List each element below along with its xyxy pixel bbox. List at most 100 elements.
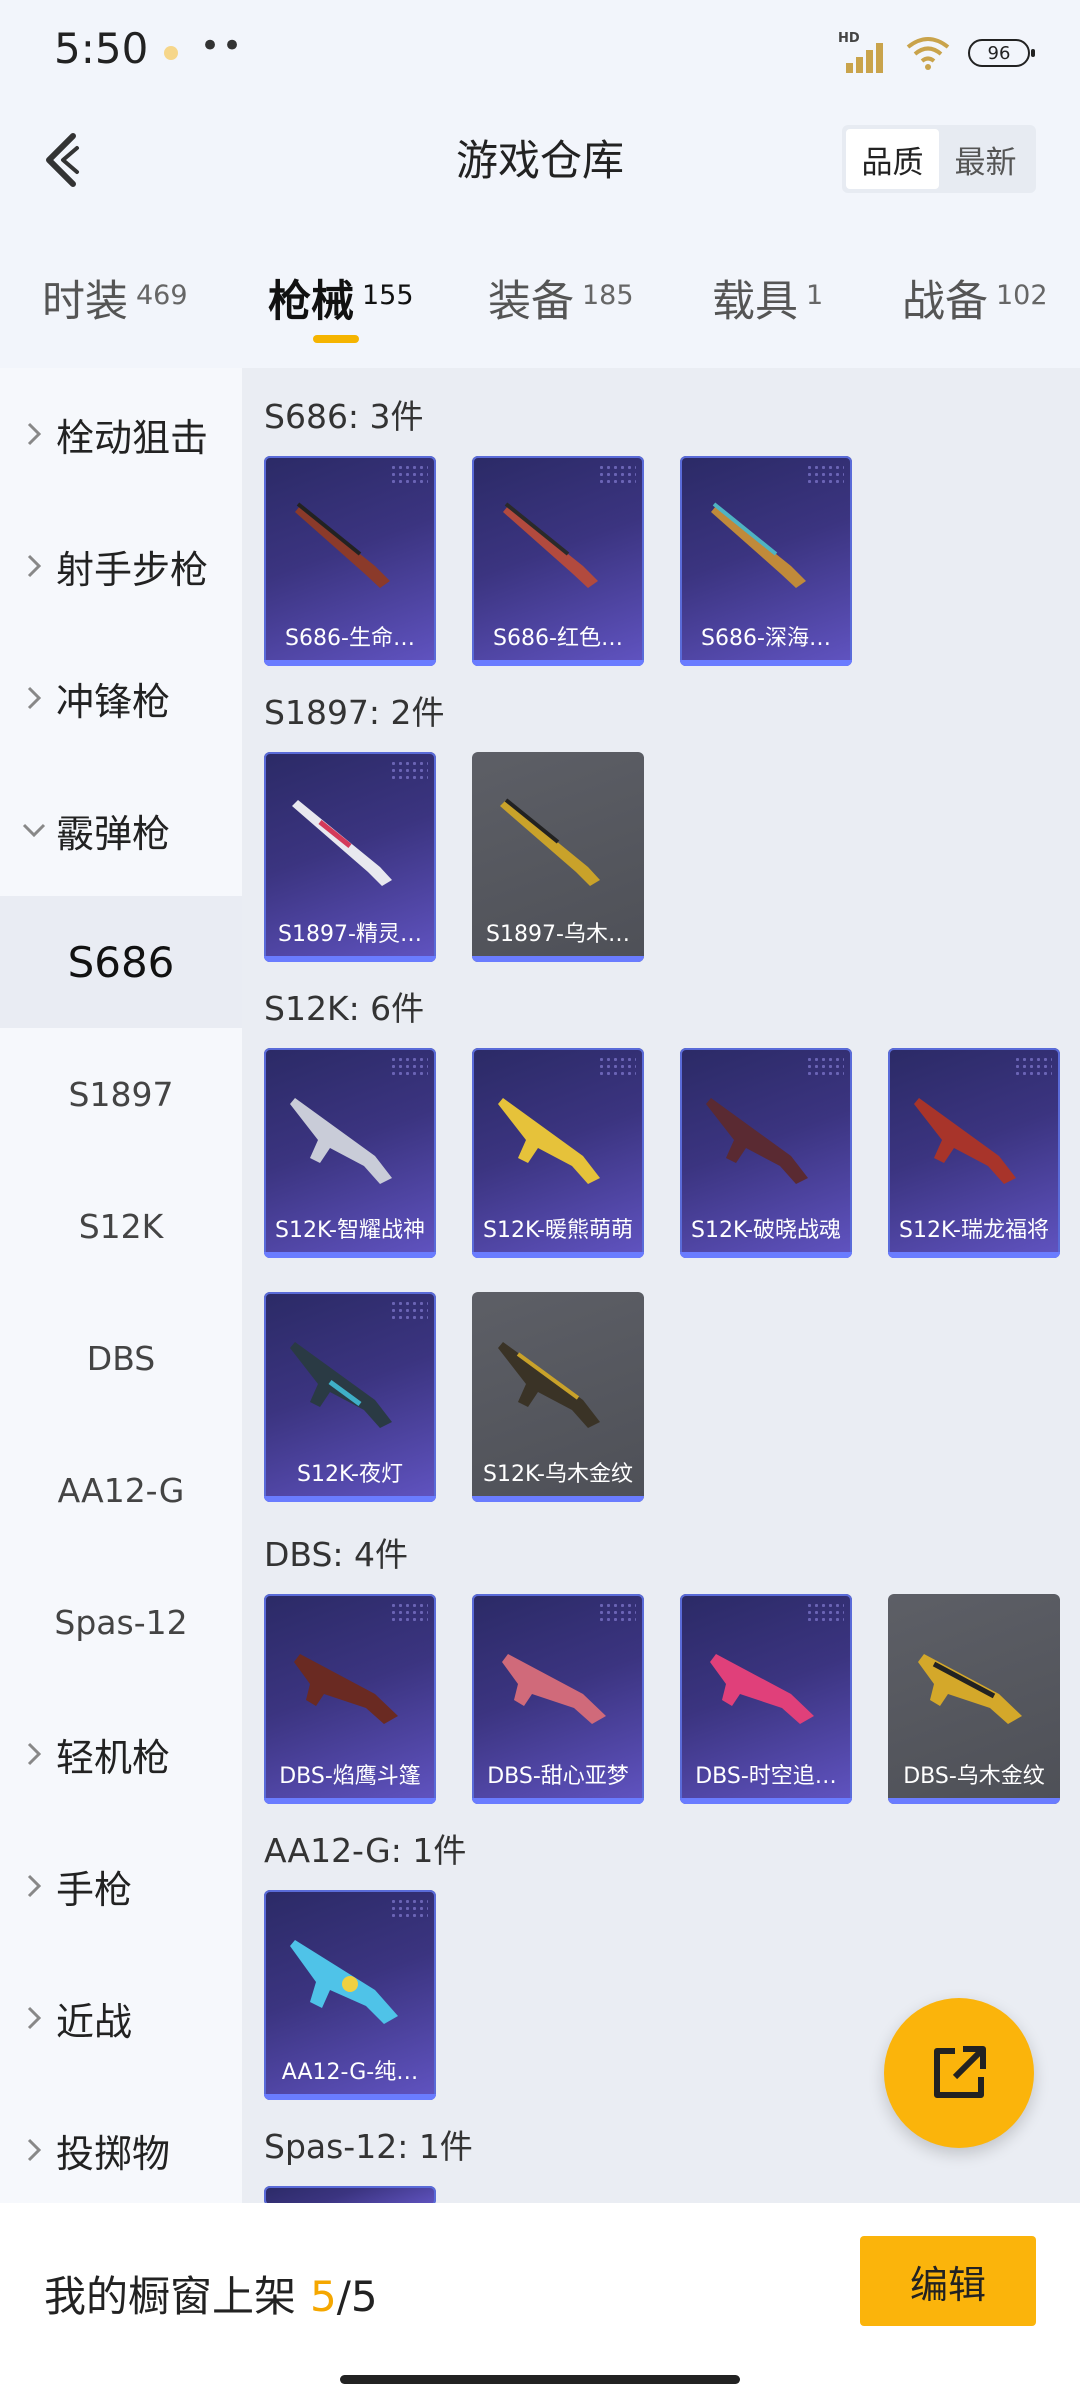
skin-card[interactable]: DBS-焰鹰斗篷 [264, 1594, 436, 1804]
tab-firearms[interactable]: 枪械 155 [268, 267, 414, 329]
category-tabs: 时装 469 枪械 155 装备 185 载具 1 战备 102 [0, 245, 1080, 355]
skin-card[interactable]: S12K-暖熊萌萌 [472, 1048, 644, 1258]
tab-count: 185 [582, 280, 634, 311]
sidebar-item-label: 投掷物 [56, 2131, 171, 2176]
sidebar-subitem-aa12g[interactable]: AA12-G [0, 1424, 242, 1556]
chevron-down-icon [22, 823, 46, 837]
sidebar-item-label: 栓动狙击 [56, 415, 209, 460]
skin-name: S12K-夜灯 [296, 1462, 403, 1487]
sort-newest-option[interactable]: 最新 [939, 129, 1032, 189]
showcase-total: 5 [350, 2272, 378, 2321]
shotgun-icon [503, 502, 598, 588]
rifle-icon [290, 1342, 392, 1428]
shotgun-icon [292, 800, 392, 886]
skin-name: S686-深海… [701, 626, 831, 651]
chevron-right-icon [22, 1742, 46, 1766]
rifle-icon [706, 1098, 808, 1184]
sidebar-subitem-s686[interactable]: S686 [0, 896, 242, 1028]
skin-name: S12K-瑞龙福将 [898, 1218, 1049, 1243]
skin-name: DBS-乌木金纹 [903, 1764, 1045, 1789]
status-bar: 5:50 •• HD 96 [0, 0, 1080, 105]
sidebar-item-label: 轻机枪 [56, 1735, 171, 1780]
skin-card[interactable]: S12K-夜灯 [264, 1292, 436, 1502]
tab-supplies[interactable]: 战备 102 [902, 267, 1048, 329]
skin-card[interactable]: S12K-乌木金纹 [472, 1292, 644, 1502]
sidebar-item-bolt-sniper[interactable]: 栓动狙击 [0, 368, 242, 500]
shotgun-icon [502, 1654, 606, 1724]
weapon-category-sidebar: 栓动狙击 射手步枪 冲锋枪 霰弹枪 S686 S1897 S12K DBS AA… [0, 368, 242, 2203]
active-tab-indicator [313, 335, 359, 343]
tab-count: 1 [806, 280, 824, 311]
shotgun-icon [711, 502, 806, 588]
tab-label: 战备 [902, 277, 988, 327]
skin-card[interactable]: DBS-时空追… [680, 1594, 852, 1804]
skin-card[interactable]: S686-深海… [680, 456, 852, 666]
skin-card[interactable]: S12K-智耀战神 [264, 1048, 436, 1258]
skin-card[interactable]: S12K-瑞龙福将 [888, 1048, 1060, 1258]
sidebar-item-pistol[interactable]: 手枪 [0, 1820, 242, 1952]
wifi-icon [906, 37, 950, 70]
group-title: S12K: 6件 [264, 989, 425, 1028]
skin-name: S12K-破晓战魂 [690, 1218, 841, 1243]
tab-label: 装备 [488, 277, 574, 327]
skin-name: S686-生命… [285, 626, 415, 651]
sidebar-item-throwable[interactable]: 投掷物 [0, 2084, 242, 2216]
rifle-icon [498, 1098, 600, 1184]
skin-name: S12K-乌木金纹 [482, 1462, 633, 1487]
skin-card[interactable]: S686-生命… [264, 456, 436, 666]
signal-icon: HD [838, 31, 888, 73]
sidebar-subitem-spas12[interactable]: Spas-12 [0, 1556, 242, 1688]
sidebar-item-melee[interactable]: 近战 [0, 1952, 242, 2084]
tab-equipment[interactable]: 装备 185 [488, 267, 634, 329]
rifle-icon [914, 1098, 1016, 1184]
skin-name: S12K-暖熊萌萌 [482, 1218, 633, 1243]
skin-name: S1897-精灵… [278, 922, 422, 947]
chevron-right-icon [22, 2138, 46, 2162]
skin-card[interactable]: S1897-精灵… [264, 752, 436, 962]
sidebar-item-label: 近战 [56, 1999, 133, 2044]
sidebar-subitem-dbs[interactable]: DBS [0, 1292, 242, 1424]
chevron-right-icon [22, 2006, 46, 2030]
tab-label: 枪械 [268, 277, 354, 327]
skin-card[interactable]: AA12-G-纯… [264, 1890, 436, 2100]
sidebar-item-lmg[interactable]: 轻机枪 [0, 1688, 242, 1820]
status-icons: HD 96 [838, 30, 1035, 76]
skin-card[interactable]: S12K-破晓战魂 [680, 1048, 852, 1258]
skin-name: AA12-G-纯… [281, 2060, 419, 2085]
sort-quality-option[interactable]: 品质 [846, 129, 939, 189]
sidebar-item-label: 冲锋枪 [56, 679, 171, 724]
tab-label: 载具 [712, 277, 798, 327]
tab-vehicles[interactable]: 载具 1 [712, 267, 823, 329]
home-indicator[interactable] [340, 2375, 740, 2384]
tab-fashion[interactable]: 时装 469 [42, 267, 188, 329]
showcase-label: 我的橱窗上架 [44, 2272, 297, 2321]
tab-count: 155 [362, 280, 414, 311]
shotgun-icon [295, 502, 390, 588]
group-title: Spas-12: 1件 [264, 2127, 473, 2166]
rifle-icon [290, 1940, 398, 2024]
sidebar-item-shotgun[interactable]: 霰弹枪 [0, 764, 242, 896]
skin-name: S12K-智耀战神 [274, 1218, 425, 1243]
showcase-bar: 我的橱窗上架 5 / 5 编辑 [0, 2203, 1080, 2400]
shotgun-icon [294, 1654, 398, 1724]
skin-card-partial[interactable] [264, 2186, 436, 2203]
group-title: S686: 3件 [264, 397, 424, 436]
skin-card[interactable]: DBS-甜心亚梦 [472, 1594, 644, 1804]
sidebar-item-label: 霰弹枪 [56, 811, 171, 856]
sidebar-subitem-s1897[interactable]: S1897 [0, 1028, 242, 1160]
group-title: S1897: 2件 [264, 693, 445, 732]
share-button[interactable] [884, 1998, 1034, 2148]
showcase-current: 5 [310, 2272, 337, 2321]
tab-count: 469 [136, 280, 188, 311]
sidebar-subitem-s12k[interactable]: S12K [0, 1160, 242, 1292]
showcase-status: 我的橱窗上架 5 / 5 [44, 2263, 378, 2324]
group-title: AA12-G: 1件 [264, 1831, 467, 1870]
skin-card[interactable]: DBS-乌木金纹 [888, 1594, 1060, 1804]
skin-card[interactable]: S686-红色… [472, 456, 644, 666]
rifle-icon [498, 1342, 600, 1428]
sidebar-item-dmr[interactable]: 射手步枪 [0, 500, 242, 632]
sidebar-item-smg[interactable]: 冲锋枪 [0, 632, 242, 764]
chevron-right-icon [22, 554, 46, 578]
edit-button[interactable]: 编辑 [860, 2236, 1036, 2326]
skin-card[interactable]: S1897-乌木… [472, 752, 644, 962]
